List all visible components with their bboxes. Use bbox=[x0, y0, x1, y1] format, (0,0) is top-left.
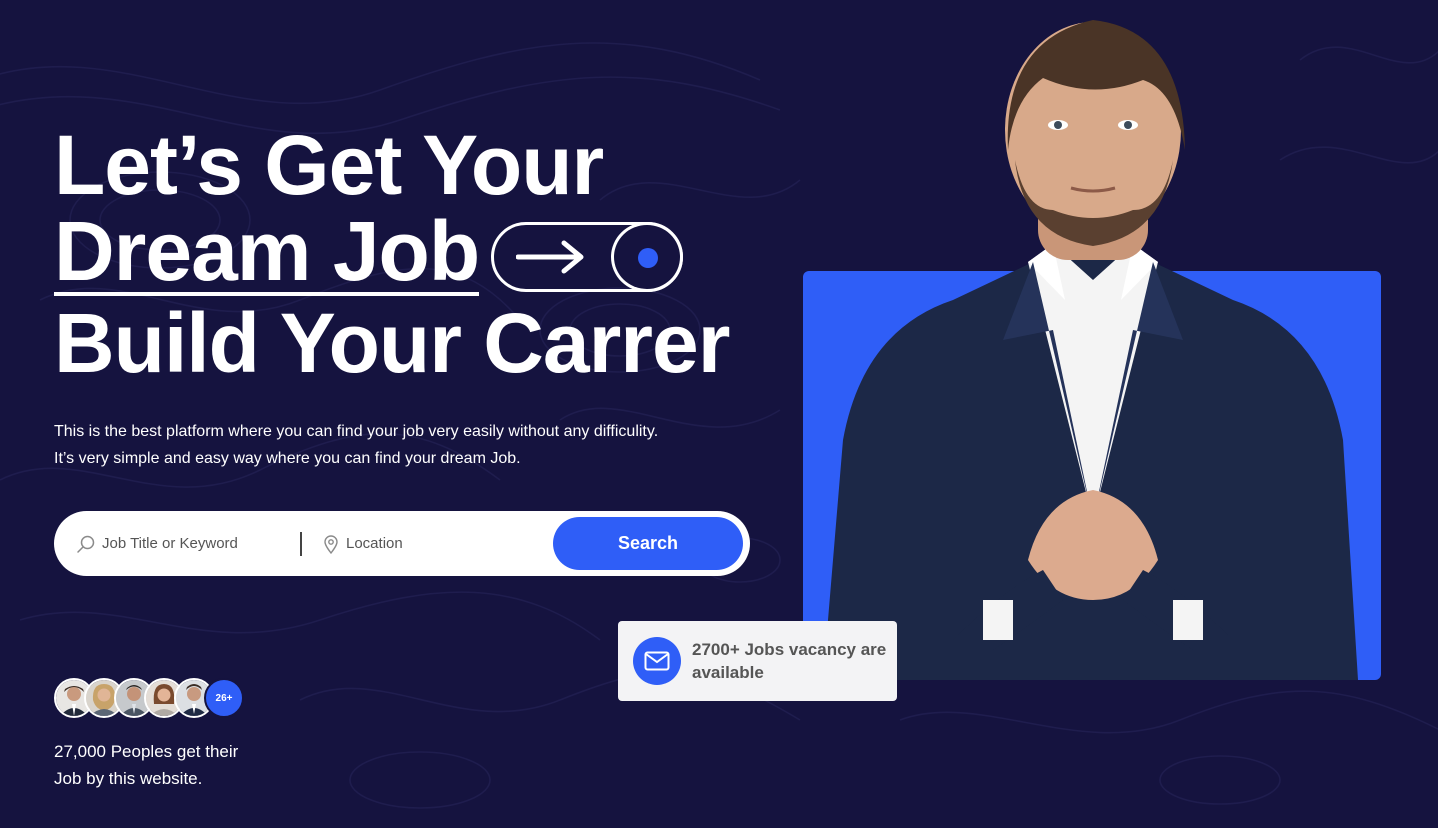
avatar-count-badge: 26+ bbox=[204, 678, 244, 718]
arrow-right-icon bbox=[516, 240, 584, 274]
social-proof-text: 27,000 Peoples get their Job by this web… bbox=[54, 738, 274, 792]
hero-line-3: Build Your Carrer bbox=[54, 296, 730, 390]
social-proof-line-1: 27,000 Peoples get their bbox=[54, 742, 239, 761]
keyword-field bbox=[54, 511, 300, 576]
hero-person-image bbox=[823, 20, 1358, 680]
hero-line-2: Dream Job bbox=[54, 204, 774, 298]
location-input[interactable] bbox=[346, 535, 526, 552]
search-button[interactable]: Search bbox=[553, 517, 743, 570]
hero-line-2-text: Dream Job bbox=[54, 204, 480, 298]
avatar-stack: 26+ bbox=[54, 678, 244, 718]
mail-icon bbox=[644, 651, 670, 671]
hero-line-1: Let’s Get Your bbox=[54, 118, 604, 212]
toggle-dot bbox=[638, 248, 659, 268]
hero-description: This is the best platform where you can … bbox=[54, 418, 754, 472]
arrow-toggle bbox=[491, 222, 684, 292]
toggle-knob bbox=[611, 222, 684, 292]
vacancy-card: 2700+ Jobs vacancy are available bbox=[618, 621, 897, 701]
search-icon bbox=[77, 535, 95, 553]
hero-heading: Let’s Get Your Dream Job Build Your Carr… bbox=[54, 118, 774, 390]
location-field bbox=[302, 511, 552, 576]
social-proof-line-2: Job by this website. bbox=[54, 769, 203, 788]
mail-icon-circle bbox=[633, 637, 681, 685]
job-search-bar: Search bbox=[54, 511, 750, 576]
location-pin-icon bbox=[324, 534, 338, 554]
description-line-1: This is the best platform where you can … bbox=[54, 423, 659, 440]
vacancy-text: 2700+ Jobs vacancy are available bbox=[692, 640, 887, 682]
keyword-input[interactable] bbox=[102, 535, 282, 552]
description-line-2: It’s very simple and easy way where you … bbox=[54, 450, 521, 467]
